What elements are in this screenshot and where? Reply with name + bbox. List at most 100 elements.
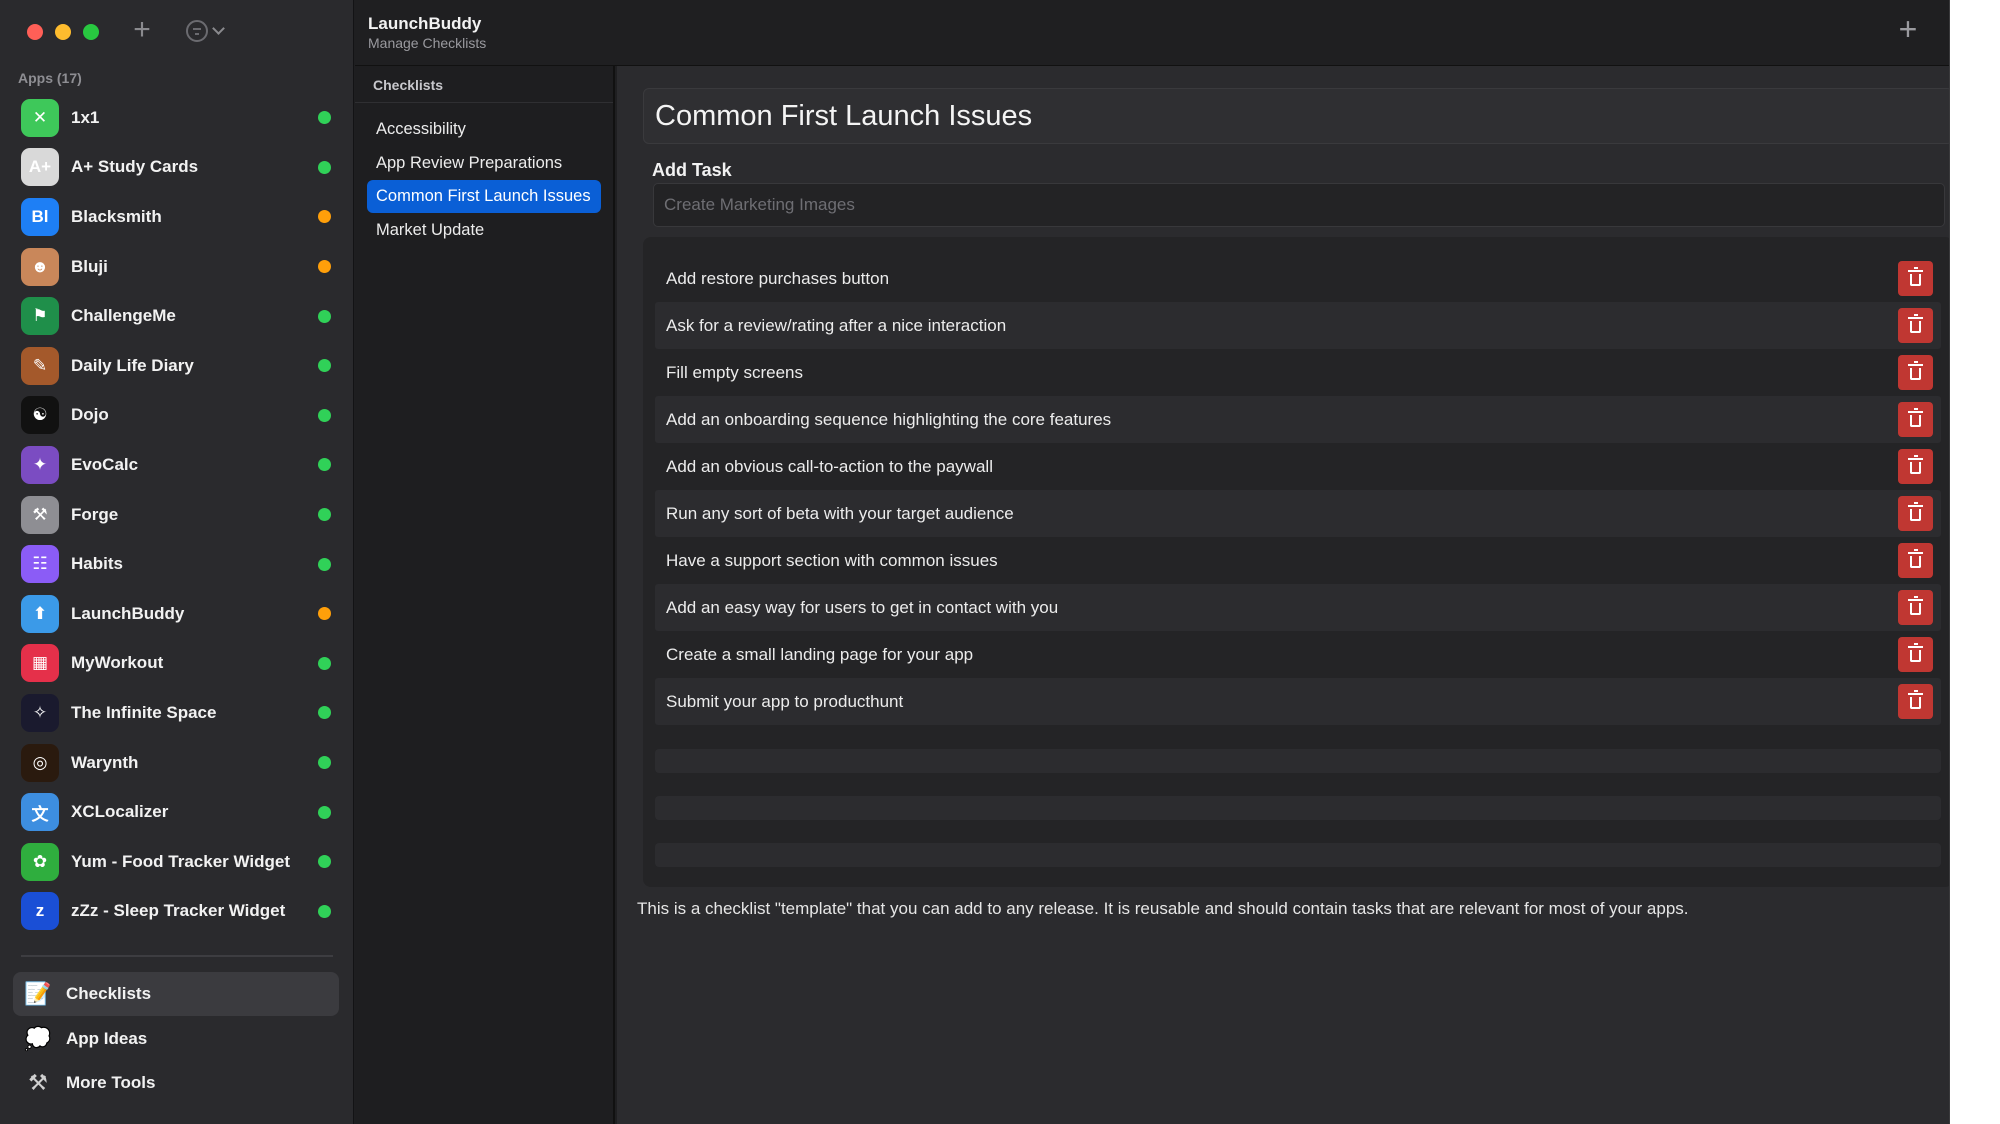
status-dot <box>318 904 331 918</box>
sidebar-divider <box>21 955 333 957</box>
app-item-blacksmith[interactable]: Bl Blacksmith <box>0 192 354 242</box>
app-item-warynth[interactable]: ◎ Warynth <box>0 738 354 788</box>
rocket-icon: ✧ <box>21 693 59 732</box>
trash-icon <box>1908 361 1923 380</box>
app-item-evocalc[interactable]: ✦ EvoCalc <box>0 440 354 490</box>
sidebar: + Apps (17) ✕ 1x1 A+ A+ Study Cards Bl Blacks… <box>0 0 354 1124</box>
status-dot <box>318 855 331 869</box>
checklist-detail: Common First Launch Issues Add Task Add … <box>617 66 1949 1124</box>
task-text[interactable]: Add an onboarding sequence highlighting … <box>666 410 1111 430</box>
app-window: + Apps (17) ✕ 1x1 A+ A+ Study Cards Bl Blacks… <box>0 0 1950 1124</box>
app-name: A+ Study Cards <box>71 157 199 177</box>
checklist-column: Checklists Accessibility App Review Prepa… <box>355 66 615 1124</box>
checklist-title-field[interactable]: Common First Launch Issues <box>643 88 1949 144</box>
add-task-label: Add Task <box>652 160 732 180</box>
status-dot <box>318 160 331 174</box>
task-row: Submit your app to producthunt <box>655 678 1941 725</box>
delete-task-button[interactable] <box>1898 637 1933 672</box>
myworkout-icon: ▦ <box>21 644 59 683</box>
habits-icon: ☷ <box>21 545 59 584</box>
filter-menu-button[interactable] <box>186 20 225 42</box>
app-item-daily-life-diary[interactable]: ✎ Daily Life Diary <box>0 341 354 391</box>
task-text[interactable]: Add an easy way for users to get in cont… <box>666 598 1058 618</box>
app-item-dojo[interactable]: ☯ Dojo <box>0 391 354 441</box>
nav-item-app-ideas[interactable]: 💭 App Ideas <box>13 1017 339 1061</box>
task-row: Add an onboarding sequence highlighting … <box>655 396 1941 443</box>
checklist-item-app-review-preparations[interactable]: App Review Preparations <box>367 147 601 180</box>
nav-label: App Ideas <box>66 1028 148 1048</box>
status-dot <box>318 309 331 323</box>
bottom-nav: 📝 Checklists 💭 App Ideas ⚒ More Tools <box>13 972 339 1106</box>
nav-item-more-tools[interactable]: ⚒ More Tools <box>13 1061 339 1105</box>
app-item-challengeme[interactable]: ⚑ ChallengeMe <box>0 291 354 341</box>
task-text[interactable]: Submit your app to producthunt <box>666 692 903 712</box>
zoom-window-button[interactable] <box>83 24 99 40</box>
trash-icon <box>1908 267 1923 286</box>
empty-row <box>655 749 1941 773</box>
app-item-habits[interactable]: ☷ Habits <box>0 539 354 589</box>
task-row: Add restore purchases button <box>655 255 1941 302</box>
app-name: The Infinite Space <box>71 702 217 722</box>
toolbar-subtitle: Manage Checklists <box>368 35 487 51</box>
app-item-a-study-cards[interactable]: A+ A+ Study Cards <box>0 143 354 193</box>
app-list: ✕ 1x1 A+ A+ Study Cards Bl Blacksmith ☻ Bluji ⚑ C… <box>0 93 354 936</box>
toolbar-title: LaunchBuddy <box>368 14 482 33</box>
app-item-yum-food-tracker-widget[interactable]: ✿ Yum - Food Tracker Widget <box>0 837 354 887</box>
task-text[interactable]: Create a small landing page for your app <box>666 645 973 665</box>
status-dot <box>318 111 331 125</box>
delete-task-button[interactable] <box>1898 684 1933 719</box>
template-info-text: This is a checklist "template" that you … <box>637 899 1689 918</box>
app-item-forge[interactable]: ⚒ Forge <box>0 490 354 540</box>
checklist-item-market-update[interactable]: Market Update <box>367 214 601 247</box>
tools-icon: ⚒ <box>28 1070 48 1095</box>
window-controls <box>27 24 99 40</box>
app-item-bluji[interactable]: ☻ Bluji <box>0 242 354 292</box>
nav-item-checklists[interactable]: 📝 Checklists <box>13 972 339 1016</box>
checklist-item-common-first-launch-issues[interactable]: Common First Launch Issues <box>367 180 601 213</box>
app-item-xclocalizer[interactable]: 文 XCLocalizer <box>0 787 354 837</box>
empty-row <box>655 843 1941 867</box>
app-item-myworkout[interactable]: ▦ MyWorkout <box>0 639 354 689</box>
nav-label: More Tools <box>66 1073 156 1092</box>
app-item-1x1[interactable]: ✕ 1x1 <box>0 93 354 143</box>
checklists-header: Checklists <box>355 66 613 103</box>
delete-task-button[interactable] <box>1898 261 1933 296</box>
task-row: Create a small landing page for your app <box>655 631 1941 678</box>
checklist-item-accessibility[interactable]: Accessibility <box>367 113 601 146</box>
task-list: Add restore purchases button Ask for a re… <box>655 255 1941 725</box>
trash-icon <box>1908 314 1923 333</box>
app-item-launchbuddy[interactable]: ⬆ LaunchBuddy <box>0 589 354 639</box>
task-text[interactable]: Have a support section with common issue… <box>666 551 998 571</box>
trash-icon <box>1908 549 1923 568</box>
add-checklist-icon[interactable]: + <box>1893 13 1923 45</box>
task-text[interactable]: Fill empty screens <box>666 363 803 383</box>
x-mark-icon: ✕ <box>21 98 59 137</box>
delete-task-button[interactable] <box>1898 496 1933 531</box>
delete-task-button[interactable] <box>1898 590 1933 625</box>
minimize-window-button[interactable] <box>55 24 71 40</box>
delete-task-button[interactable] <box>1898 402 1933 437</box>
status-dot <box>318 260 331 274</box>
task-text[interactable]: Run any sort of beta with your target au… <box>666 504 1014 524</box>
status-dot <box>318 607 331 621</box>
study-cards-icon: A+ <box>21 148 59 187</box>
nav-label: Checklists <box>66 984 152 1003</box>
task-text[interactable]: Ask for a review/rating after a nice int… <box>666 316 1006 336</box>
app-name: XCLocalizer <box>71 802 169 822</box>
app-item-zzz-sleep-tracker-widget[interactable]: z zZz - Sleep Tracker Widget <box>0 887 354 937</box>
task-text[interactable]: Add restore purchases button <box>666 269 889 289</box>
add-task-input[interactable] <box>653 183 1945 227</box>
app-item-the-infinite-space[interactable]: ✧ The Infinite Space <box>0 688 354 738</box>
add-app-icon[interactable]: + <box>128 15 156 45</box>
delete-task-button[interactable] <box>1898 543 1933 578</box>
delete-task-button[interactable] <box>1898 449 1933 484</box>
status-dot <box>318 458 331 472</box>
empty-rows <box>655 749 1941 867</box>
delete-task-button[interactable] <box>1898 308 1933 343</box>
task-text[interactable]: Add an obvious call-to-action to the pay… <box>666 457 993 477</box>
status-dot <box>318 557 331 571</box>
close-window-button[interactable] <box>27 24 43 40</box>
diary-icon: ✎ <box>21 346 59 385</box>
thought-bubble-icon: 💭 <box>24 1025 52 1051</box>
delete-task-button[interactable] <box>1898 355 1933 390</box>
